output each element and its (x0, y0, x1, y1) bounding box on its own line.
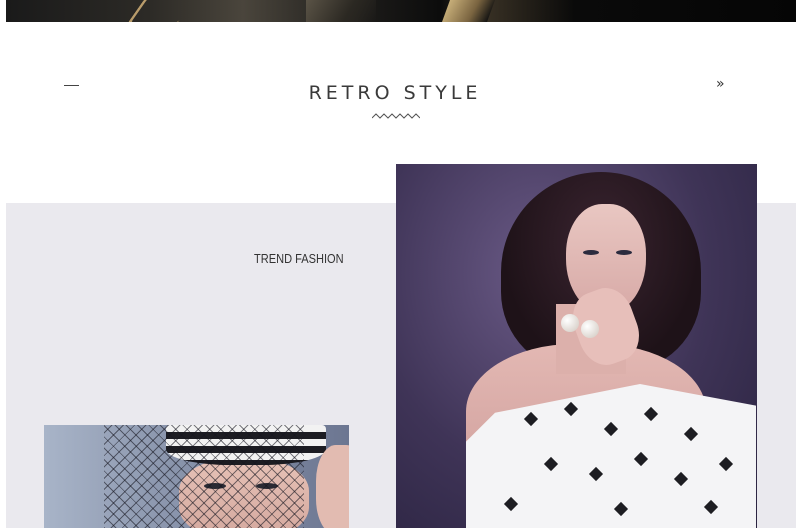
dress-pattern (543, 456, 559, 472)
dress-pattern (718, 456, 734, 472)
pearl-necklace (581, 320, 599, 338)
zigzag-divider-icon (372, 113, 420, 119)
secondary-fashion-photo[interactable] (44, 425, 349, 528)
dress-pattern (523, 411, 539, 427)
dress-pattern (563, 401, 579, 417)
section-title: RETRO STYLE (308, 82, 482, 104)
dress-pattern (613, 501, 629, 517)
dress-pattern (703, 499, 719, 515)
top-banner-image (6, 0, 796, 22)
dress-pattern (503, 496, 519, 512)
dress-pattern (633, 451, 649, 467)
photo-eye (583, 250, 599, 255)
jewelry-detail (125, 0, 197, 22)
photo-hand (316, 445, 349, 528)
dress-pattern (673, 471, 689, 487)
next-arrow-icon[interactable]: » (716, 76, 725, 92)
photo-eye (616, 250, 632, 255)
dress-pattern (588, 466, 604, 482)
dress-pattern (603, 421, 619, 437)
dress-pattern (683, 426, 699, 442)
trend-fashion-label: TREND FASHION (254, 251, 344, 266)
dress-pattern (643, 406, 659, 422)
mesh-veil (104, 425, 304, 528)
jewelry-detail (441, 0, 496, 22)
jewelry-detail (306, 0, 376, 22)
main-fashion-photo[interactable] (396, 164, 757, 528)
pearl-necklace (561, 314, 579, 332)
